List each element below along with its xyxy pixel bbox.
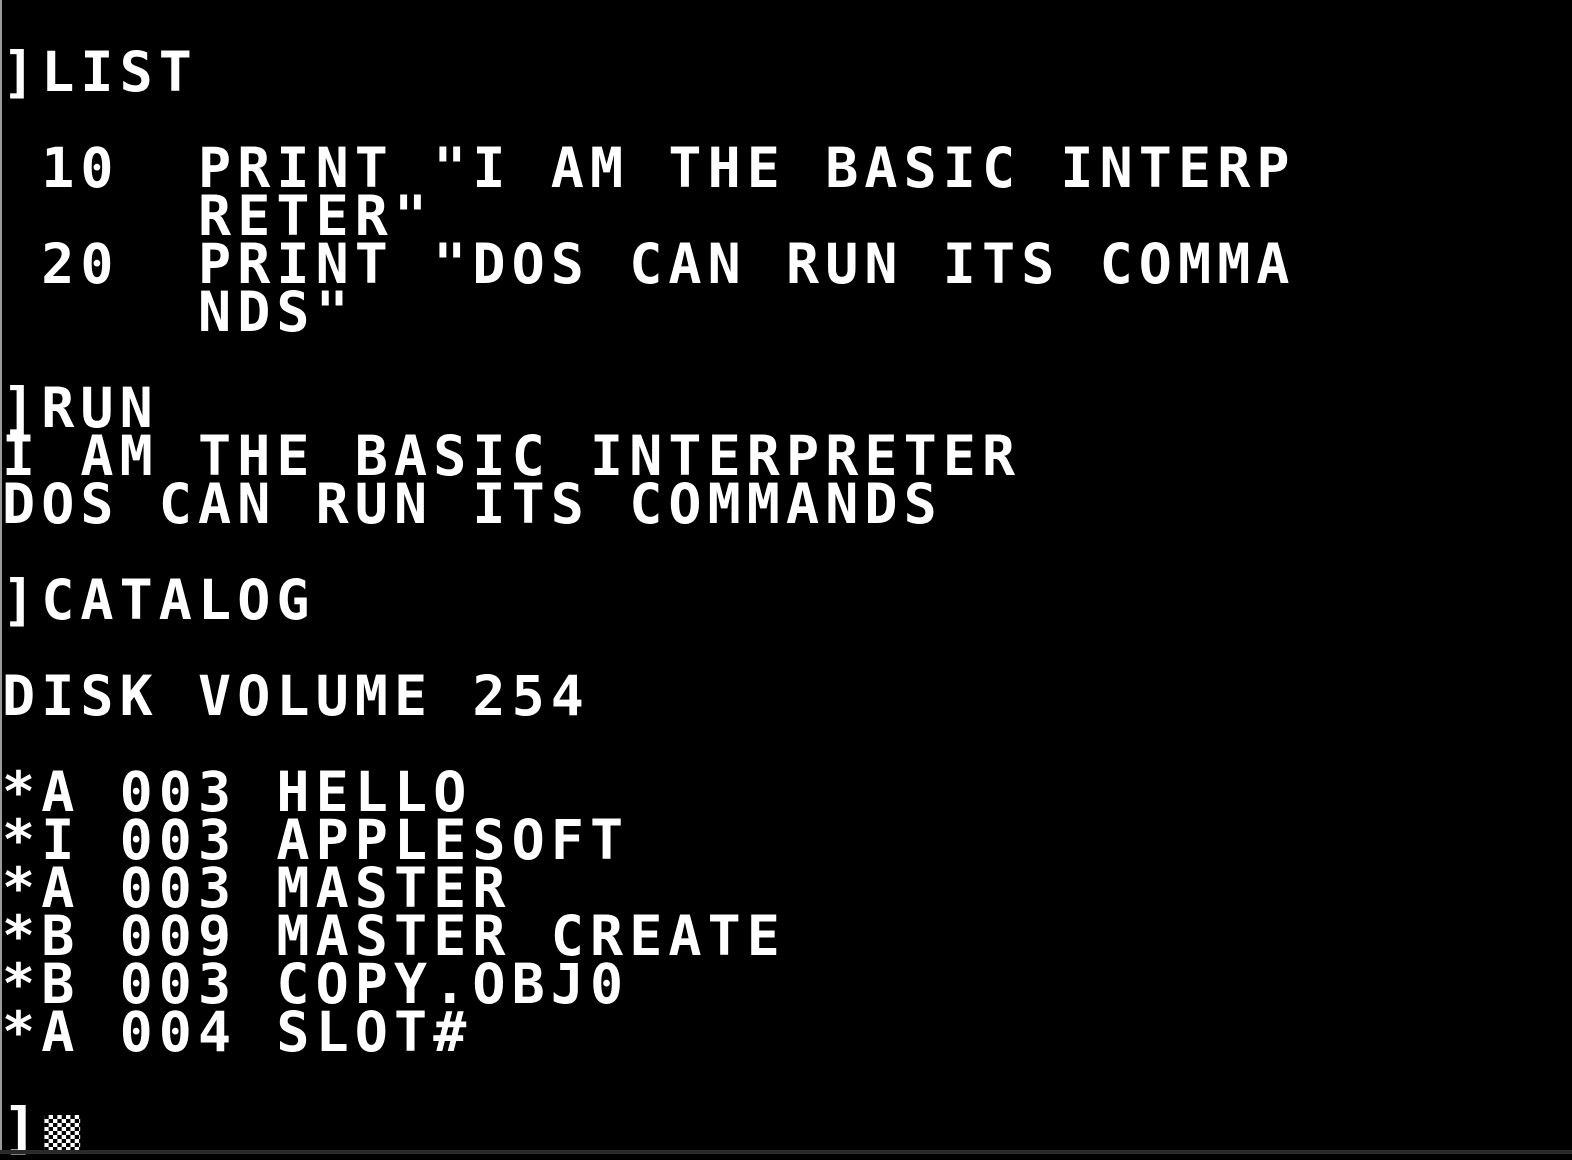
screen-line: *A 004 SLOT# [2,1000,473,1064]
command-prompt[interactable]: ] [2,1101,81,1156]
screen-line: DISK VOLUME 254 [2,664,590,728]
screen-line: NDS" [2,280,355,344]
screen-line: DOS CAN RUN ITS COMMANDS [2,472,943,536]
checkerboard-cursor-icon [44,1115,81,1151]
apple-ii-text-screen[interactable]: ]LIST 10 PRINT "I AM THE BASIC INTERP RE… [2,0,1570,1156]
screen-line: ]LIST [2,40,198,104]
status-strip [0,1150,1572,1154]
screen-line: ]CATALOG [2,568,316,632]
